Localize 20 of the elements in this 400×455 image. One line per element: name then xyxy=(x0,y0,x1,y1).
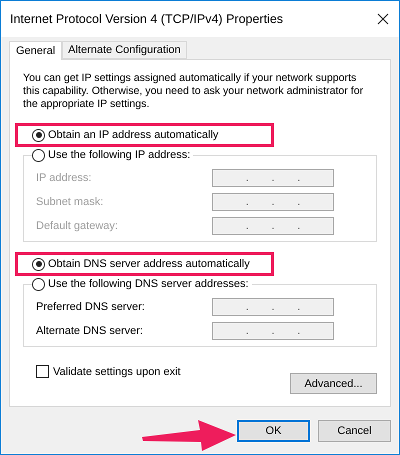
radio-option[interactable]: Obtain an IP address automatically xyxy=(32,128,218,142)
field-label: Alternate DNS server: xyxy=(36,325,143,337)
ok-button[interactable]: OK xyxy=(237,420,310,442)
radio-option[interactable]: Obtain DNS server address automatically xyxy=(32,258,250,270)
field-label: IP address: xyxy=(36,172,92,184)
close-icon[interactable] xyxy=(377,13,389,25)
radio-option[interactable]: Use the following DNS server addresses: xyxy=(32,278,249,290)
checkbox-option[interactable]: Validate settings upon exit xyxy=(36,365,181,378)
tab[interactable]: General xyxy=(9,41,62,60)
radio-option[interactable]: Use the following IP address: xyxy=(32,148,190,162)
field-label: Preferred DNS server: xyxy=(36,301,145,313)
field-label: Subnet mask: xyxy=(36,196,104,208)
ip-address-field[interactable]: . . . xyxy=(212,322,334,340)
window-title: Internet Protocol Version 4 (TCP/IPv4) Properties xyxy=(10,12,284,26)
intro-text: You can get IP settings assigned automatically if your network supports this capability. Otherwise, you need to ask your network administrator for the appropriate IP settings. xyxy=(23,72,364,111)
field-label: Default gateway: xyxy=(36,220,118,232)
advanced-button[interactable]: Advanced... xyxy=(290,373,377,394)
ip-address-field[interactable]: . . . xyxy=(212,298,334,316)
tab[interactable]: Alternate Configuration xyxy=(62,41,187,59)
cancel-button[interactable]: Cancel xyxy=(318,420,391,442)
